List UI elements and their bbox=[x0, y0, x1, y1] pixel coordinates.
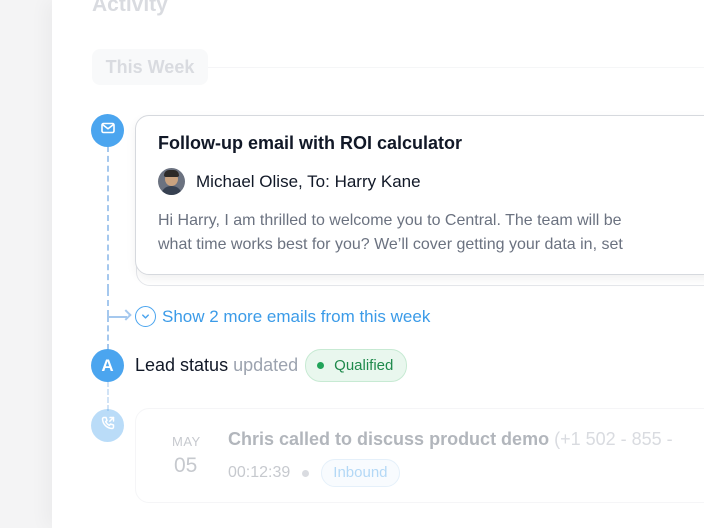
timeline-branch-arrow bbox=[120, 309, 132, 321]
status-badge: Qualified bbox=[305, 349, 408, 382]
lead-avatar-letter: A bbox=[101, 355, 114, 375]
lead-avatar: A bbox=[91, 349, 124, 382]
email-node bbox=[91, 114, 124, 147]
show-more-label: Show 2 more emails from this week bbox=[162, 306, 431, 326]
call-direction-badge: Inbound bbox=[321, 459, 400, 487]
status-badge-label: Qualified bbox=[334, 357, 394, 374]
activity-heading: Activity bbox=[92, 0, 168, 16]
call-meta: 00:12:39 Inbound bbox=[228, 459, 400, 487]
week-divider-line bbox=[208, 67, 704, 68]
call-title: Chris called to discuss product demo (+1… bbox=[228, 429, 673, 450]
timeline-branch bbox=[107, 290, 109, 316]
lead-status-label: Lead status bbox=[135, 355, 229, 375]
meta-separator-dot bbox=[302, 469, 310, 477]
lead-status-row: Lead status updated Qualified bbox=[135, 349, 408, 382]
timeline-rail bbox=[107, 316, 109, 350]
call-node bbox=[91, 409, 124, 442]
lead-status-action: updated bbox=[233, 355, 299, 375]
email-from-to: Michael Olise, To: Harry Kane bbox=[196, 171, 421, 191]
status-dot bbox=[317, 362, 325, 369]
call-duration: 00:12:39 bbox=[228, 464, 291, 481]
timeline-rail bbox=[107, 146, 109, 290]
email-card[interactable]: Follow-up email with ROI calculator Mich… bbox=[135, 115, 704, 275]
call-phone-number: (+1 502 - 855 - bbox=[554, 429, 673, 449]
phone-icon bbox=[100, 415, 116, 436]
call-date-month: MAY bbox=[172, 434, 201, 449]
call-card[interactable]: MAY 05 Chris called to discuss product d… bbox=[135, 408, 704, 503]
call-title-text: Chris called to discuss product demo bbox=[228, 429, 550, 449]
call-date-day: 05 bbox=[174, 454, 198, 477]
email-preview-line: Hi Harry, I am thrilled to welcome you t… bbox=[158, 212, 622, 229]
email-preview-line: what time works best for you? We’ll cove… bbox=[158, 236, 623, 253]
email-preview: Hi Harry, I am thrilled to welcome you t… bbox=[158, 209, 704, 257]
mail-icon bbox=[100, 120, 116, 141]
email-from-row: Michael Olise, To: Harry Kane bbox=[158, 168, 704, 195]
email-subject: Follow-up email with ROI calculator bbox=[158, 133, 463, 153]
activity-panel: Activity This Week Follow-up email with … bbox=[52, 0, 704, 528]
timeline-rail bbox=[107, 381, 109, 411]
week-label: This Week bbox=[92, 49, 208, 85]
avatar bbox=[158, 168, 185, 195]
show-more-emails-button[interactable]: Show 2 more emails from this week bbox=[135, 306, 430, 327]
chevron-down-icon bbox=[135, 306, 156, 327]
